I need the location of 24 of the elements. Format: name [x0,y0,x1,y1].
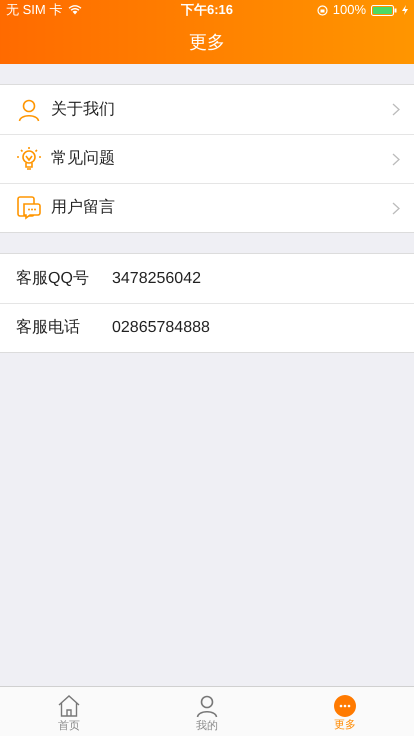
home-icon [57,694,81,718]
carrier-text: 无 SIM 卡 [6,1,62,20]
person-icon [17,98,41,122]
charging-icon [402,5,408,15]
page-title: 更多 [189,30,225,54]
person-icon [195,694,219,718]
battery-text: 100% [332,1,366,20]
contact-value: 3478256042 [112,268,201,288]
menu-item[interactable]: 关于我们 [0,85,414,134]
rotation-lock-icon [316,4,328,16]
contact-value: 02865784888 [112,318,210,338]
chevron-icon [392,103,400,116]
clock-text: 下午6:16 [180,1,234,20]
more-icon [334,694,356,716]
chevron-icon [392,152,400,166]
battery-icon [371,4,397,16]
contact-label: 客服电话 [16,318,81,338]
menu-item[interactable]: 常见问题 [0,134,414,183]
chat-bubble-icon [17,196,41,220]
lightbulb-icon [16,146,42,172]
wifi-icon [68,5,82,15]
contact-label: 客服QQ号 [16,268,90,288]
menu-item[interactable]: 用户留言 [0,183,414,232]
chevron-icon [392,202,400,214]
